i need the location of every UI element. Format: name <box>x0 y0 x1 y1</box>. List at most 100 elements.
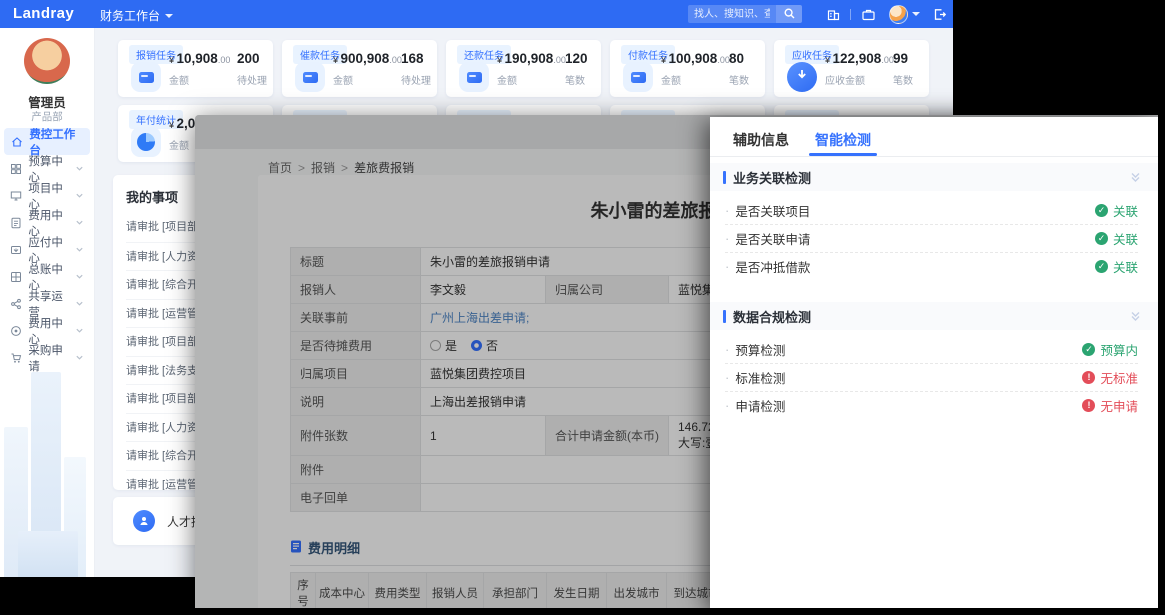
user-avatar[interactable] <box>889 5 908 24</box>
wallet-icon <box>303 72 318 83</box>
sidebar-item-7[interactable]: 费用中心 <box>4 317 90 344</box>
form-field-value: 1 <box>421 416 546 456</box>
status-text: 无标准 <box>1100 368 1138 387</box>
check-item-label: 是否关联申请 <box>735 229 1095 248</box>
bullet-dot: · <box>725 203 729 218</box>
topbar-icon-group <box>822 0 950 28</box>
sidebar-item-0[interactable]: 费控工作台 <box>4 128 90 155</box>
briefcase-icon[interactable] <box>857 3 879 25</box>
breadcrumb-separator: > <box>341 161 348 175</box>
double-chevron-down-icon[interactable] <box>1129 171 1142 184</box>
breadcrumb-item[interactable]: 首页 <box>268 161 292 175</box>
stat-card-icon-tile <box>623 62 653 92</box>
status-badge: ✓关联 <box>1095 229 1138 248</box>
sidebar-item-6[interactable]: 共享运营 <box>4 290 90 317</box>
check-circle-icon: ✓ <box>1095 260 1108 273</box>
file-icon <box>10 217 22 229</box>
status-badge: ✓关联 <box>1095 201 1138 220</box>
stat-card[interactable]: 催款任务¥ 900,908.00金额168待处理 <box>282 40 437 97</box>
drawer-tab-0[interactable]: 辅助信息 <box>733 130 789 156</box>
screenshot-canvas: Landray 财务工作台 <box>0 0 1165 615</box>
bullet-dot: · <box>725 259 729 274</box>
wallet-icon <box>467 72 482 83</box>
chevron-down-icon <box>75 326 84 335</box>
drawer-section-header[interactable]: 数据合规检测 <box>710 302 1158 330</box>
stat-count-label: 笔数 <box>565 72 588 87</box>
check-item-label: 是否关联项目 <box>735 201 1095 220</box>
drawer-section-header[interactable]: 业务关联检测 <box>710 163 1158 191</box>
breadcrumb-item[interactable]: 差旅费报销 <box>354 161 414 175</box>
smart-check-drawer: 辅助信息智能检测 业务关联检测·是否关联项目✓关联·是否关联申请✓关联·是否冲抵… <box>710 117 1158 608</box>
stat-count-label: 待处理 <box>401 72 431 87</box>
radio-checked-icon <box>471 340 482 351</box>
user-department: 产品部 <box>0 109 94 124</box>
detail-column-header: 发生日期 <box>547 573 607 609</box>
check-item: ·标准检测!无标准 <box>725 363 1138 391</box>
stat-card[interactable]: 付款任务¥ 100,908.00金额80笔数 <box>610 40 765 97</box>
monitor-icon <box>10 190 22 202</box>
drawer-section-title: 数据合规检测 <box>733 307 811 326</box>
check-item: · 是否冲抵借款✓关联 <box>725 252 1138 280</box>
check-item-label: 申请检测 <box>735 396 1082 415</box>
stat-amount-label: 应收金额 <box>825 72 894 87</box>
stat-card[interactable]: 应收任务¥ 122,908.00应收金额99笔数 <box>774 40 929 97</box>
stat-card[interactable]: 报销任务¥ 10,908.00金额200待处理 <box>118 40 273 97</box>
status-badge: ✓关联 <box>1095 257 1138 276</box>
logout-icon[interactable] <box>928 3 950 25</box>
stat-card-icon-tile <box>459 62 489 92</box>
chevron-down-icon <box>75 164 84 173</box>
drawer-tab-1[interactable]: 智能检测 <box>815 130 871 156</box>
sidebar-item-8[interactable]: 采购申请 <box>4 344 90 371</box>
stat-amount: ¥ 10,908.00金额 <box>169 50 230 87</box>
check-item: ·预算检测✓预算内 <box>725 335 1138 363</box>
linked-application-link[interactable]: 广州上海出差申请; <box>430 311 529 325</box>
accent-bar <box>723 310 726 323</box>
stat-card-icon-tile <box>787 62 817 92</box>
detail-column-header: 报销人员 <box>427 573 484 609</box>
drawer-sections: 业务关联检测·是否关联项目✓关联·是否关联申请✓关联·是否冲抵借款✓关联数据合规… <box>710 163 1158 421</box>
search-input[interactable] <box>688 5 776 23</box>
double-chevron-down-icon[interactable] <box>1129 310 1142 323</box>
chevron-down-icon <box>75 272 84 281</box>
chevron-down-icon <box>75 353 84 362</box>
grid-icon <box>10 163 22 175</box>
check-circle-icon: ✓ <box>1095 204 1108 217</box>
caret-down-icon[interactable] <box>912 12 920 16</box>
form-field-label: 归属项目 <box>291 360 421 388</box>
org-icon[interactable] <box>822 3 844 25</box>
check-item-label: 是否冲抵借款 <box>735 257 1095 276</box>
stat-amount-label: 金额 <box>497 72 566 87</box>
status-text: 预算内 <box>1100 340 1138 359</box>
stat-card-icon-tile <box>295 62 325 92</box>
stat-count: 168待处理 <box>401 50 431 87</box>
search-button[interactable] <box>776 5 802 23</box>
form-field-label: 合计申请金额(本币) <box>546 416 669 456</box>
status-badge: !无标准 <box>1082 368 1138 387</box>
sidebar-item-5[interactable]: 总账中心 <box>4 263 90 290</box>
document-icon <box>290 540 302 556</box>
check-circle-icon: ✓ <box>1095 232 1108 245</box>
wallet-icon <box>631 72 646 83</box>
check-item: · 是否关联项目✓关联 <box>725 196 1138 224</box>
radio-option[interactable]: 是 <box>430 337 457 354</box>
arrow-down-icon <box>795 68 809 87</box>
stat-count: 80笔数 <box>729 50 749 87</box>
radio-option[interactable]: 否 <box>471 337 498 354</box>
bullet-dot: · <box>725 342 729 357</box>
stat-card-icon-tile <box>131 62 161 92</box>
person-icon <box>133 510 155 532</box>
workspace-nav-item[interactable]: 财务工作台 <box>100 7 173 24</box>
stat-card[interactable]: 还款任务¥ 190,908.00金额120笔数 <box>446 40 601 97</box>
sidebar-item-1[interactable]: 预算中心 <box>4 155 90 182</box>
sidebar-item-3[interactable]: 费用中心 <box>4 209 90 236</box>
sidebar-item-2[interactable]: 项目中心 <box>4 182 90 209</box>
stat-count-label: 待处理 <box>237 72 267 87</box>
exclamation-circle-icon: ! <box>1082 399 1095 412</box>
check-item: ·是否关联申请✓关联 <box>725 224 1138 252</box>
status-badge: ! 无申请 <box>1082 396 1138 415</box>
sidebar-item-4[interactable]: 应付中心 <box>4 236 90 263</box>
chevron-down-icon <box>75 218 84 227</box>
breadcrumb-item[interactable]: 报销 <box>311 161 335 175</box>
status-text: 无申请 <box>1100 396 1138 415</box>
profile-avatar[interactable] <box>24 38 70 84</box>
